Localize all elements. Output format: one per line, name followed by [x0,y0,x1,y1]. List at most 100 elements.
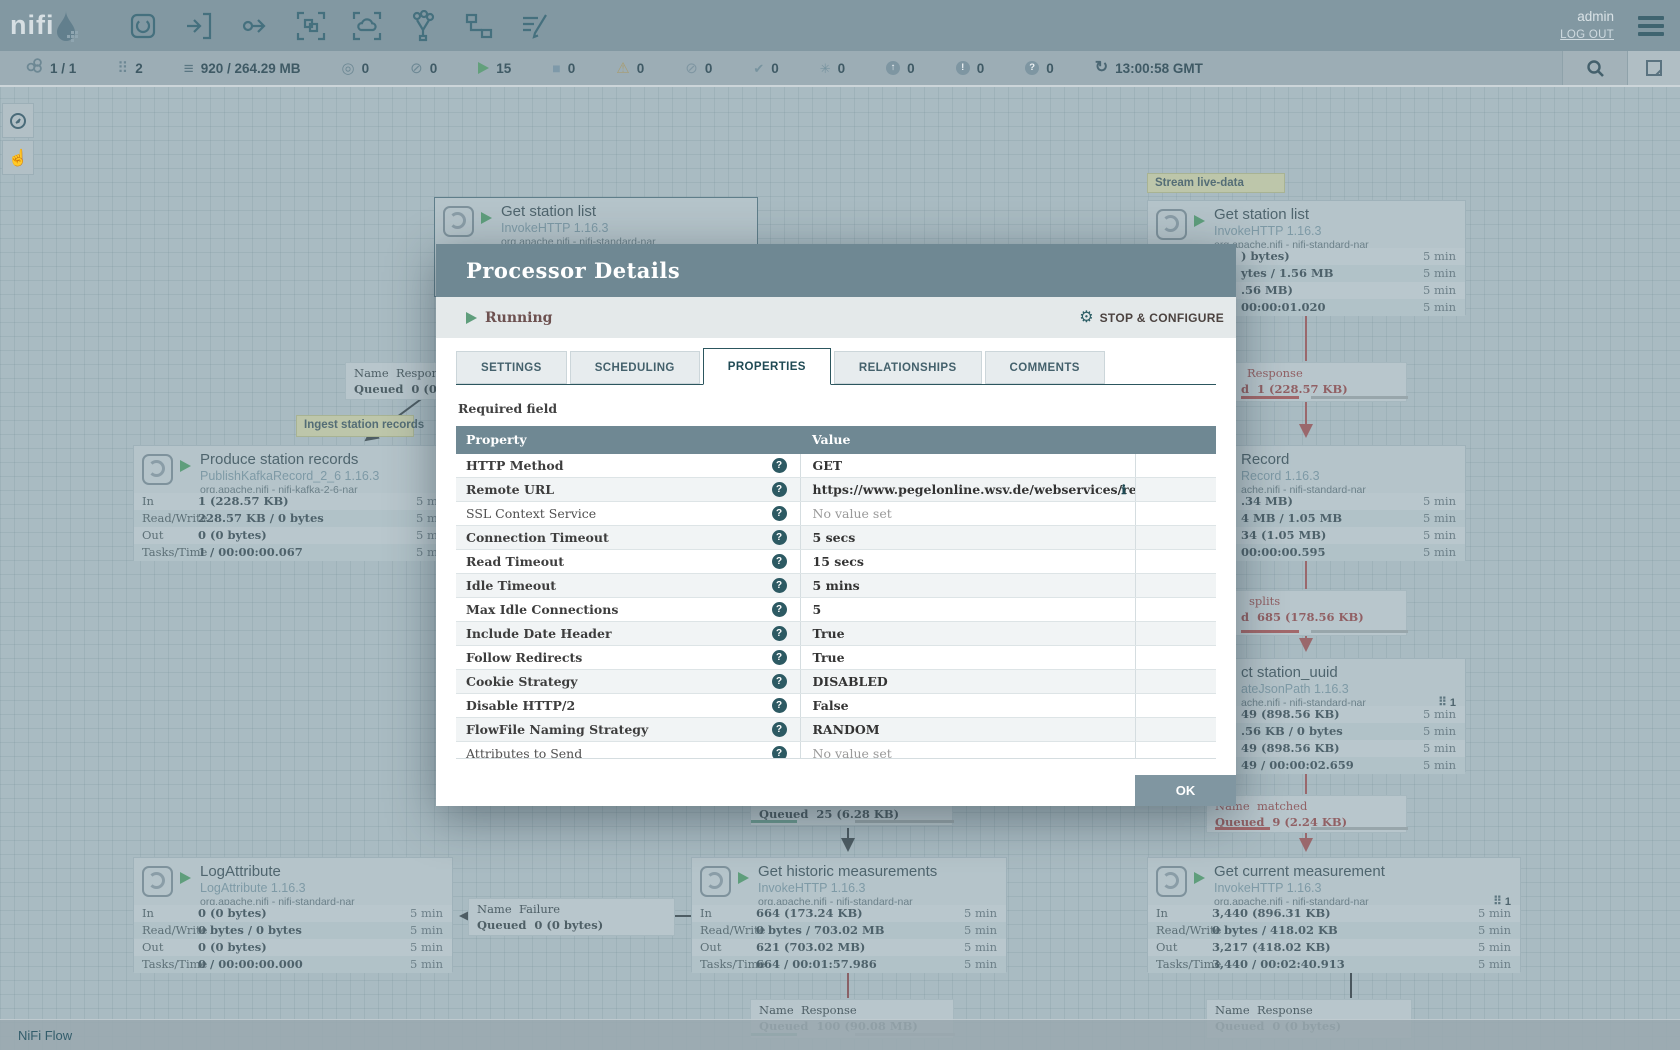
property-value: No value set [813,746,892,759]
processor-get-current-measurement[interactable]: Get current measurementInvokeHTTP 1.16.3… [1147,857,1521,972]
stat-row: In3,440 (896.31 KB)5 min [1148,905,1520,922]
status-item-up-to-date: ✔0 [753,61,778,76]
stat-row: Out0 (0 bytes)5 min [134,527,458,544]
remote-process-group-icon [351,10,383,42]
processor-get-historic-measurements[interactable]: Get historic measurementsInvokeHTTP 1.16… [691,857,1007,972]
breadcrumb[interactable]: NiFi Flow [18,1028,72,1043]
property-name-cell: Follow Redirects? [456,646,800,669]
stale-icon: ↑ [886,61,900,75]
toolbar-remote-process-group-button[interactable] [351,10,383,42]
processor-icon [700,866,731,897]
canvas-label-ingest-station-records[interactable]: Ingest station records [296,415,414,437]
toolbar-template-button[interactable] [463,10,495,42]
stat-period: 5 min [1423,510,1456,527]
property-name-cell: SSL Context Service? [456,502,800,525]
queue-progress-bar [1241,396,1299,399]
status-count-disabled: 0 [705,61,713,76]
property-extra-cell [1135,670,1216,693]
invalid-icon: ⚠ [616,61,629,76]
help-icon[interactable]: ? [772,458,787,473]
stat-period: 5 min [1478,905,1511,922]
queue-progress-bar [1241,630,1299,633]
status-bar-right [1562,51,1680,85]
help-icon[interactable]: ? [772,626,787,641]
search-button[interactable] [1562,51,1627,85]
output-port-icon [239,10,271,42]
connection-label[interactable]: Name FailureQueued 0 (0 bytes) [468,898,675,936]
help-icon[interactable]: ? [772,650,787,665]
property-value: True [813,650,845,665]
toolbar-processor-button[interactable] [127,10,159,42]
connection-label[interactable]: Name matchedQueued 9 (2.24 KB) [1206,795,1407,833]
help-icon[interactable]: ? [772,530,787,545]
queue-progress-bar [751,820,797,823]
ok-button[interactable]: OK [1135,775,1236,806]
property-row: Remote URL?https://www.pegelonline.wsv.d… [456,478,1216,502]
processor-name: Record [1241,451,1289,468]
help-icon[interactable]: ? [772,506,787,521]
property-extra-cell [1135,550,1216,573]
properties-table-header: Property Value [456,426,1216,454]
toolbar-input-port-button[interactable] [183,10,215,42]
birdseye-toggle-button[interactable] [1627,51,1680,85]
global-menu-button[interactable] [1638,12,1664,40]
component-toolbar [127,10,551,42]
help-icon[interactable]: ? [772,554,787,569]
dialog-status-row: Running ⚙ STOP & CONFIGURE [436,297,1236,338]
compass-icon [9,112,27,130]
connection-label[interactable]: Queued 25 (6.28 KB) [750,803,953,826]
stat-value: .56 KB / 0 bytes [1241,723,1343,740]
property-value: 5 secs [813,530,856,545]
help-icon[interactable]: ? [772,602,787,617]
status-item-refresh[interactable]: ↻13:00:58 GMT [1095,60,1203,76]
processor-logattribute[interactable]: LogAttributeLogAttribute 1.16.3org.apach… [133,857,453,972]
stat-period: 5 min [410,939,443,956]
stat-value: 0 (0 bytes) [198,905,267,922]
stop-configure-button[interactable]: ⚙ STOP & CONFIGURE [1079,310,1224,326]
logout-link[interactable]: LOG OUT [1560,27,1614,44]
help-icon[interactable]: ? [772,722,787,737]
tab-relationships[interactable]: RELATIONSHIPS [834,351,982,384]
stat-period: 5 min [964,956,997,973]
property-name: Max Idle Connections [466,602,618,617]
help-icon[interactable]: ? [772,674,787,689]
status-count-queued: 920 / 264.29 MB [201,61,301,76]
stat-period: 5 min [410,956,443,973]
properties-table: Property Value HTTP Method?GETRemote URL… [456,426,1216,759]
stat-period: 5 min [1423,740,1456,757]
property-row: FlowFile Naming Strategy?RANDOM [456,718,1216,742]
connection-label[interactable]: Responsed 1 (228.57 KB) [1206,362,1407,402]
help-icon[interactable]: ? [772,482,787,497]
run-status-icon [180,460,191,472]
processor-icon [443,206,474,237]
toolbar-label-button[interactable] [519,10,551,42]
connection-label[interactable]: splitsd 685 (178.56 KB) [1206,590,1407,636]
help-icon[interactable]: ? [772,746,787,759]
status-item-locally-modified: ✳0 [820,61,845,76]
tab-settings[interactable]: SETTINGS [456,351,567,384]
toolbar-output-port-button[interactable] [239,10,271,42]
toolbar-funnel-button[interactable] [407,10,439,42]
help-icon[interactable]: ? [772,578,787,593]
status-count-stale: 0 [907,61,915,76]
pan-hand-button[interactable]: ☝ [2,140,34,175]
tab-scheduling[interactable]: SCHEDULING [570,351,700,384]
stat-period: 5 min [1423,544,1456,561]
processor-produce-station-records[interactable]: Produce station recordsPublishKafkaRecor… [133,445,459,560]
toolbar-process-group-button[interactable] [295,10,327,42]
canvas-label-stream-live-data[interactable]: Stream live-data [1147,173,1285,193]
tab-comments[interactable]: COMMENTS [985,351,1105,384]
help-icon[interactable]: ? [772,698,787,713]
connection-name: Response [1247,366,1303,380]
property-name: Include Date Header [466,626,612,641]
property-extra-cell [1135,598,1216,621]
property-name-cell: Max Idle Connections? [456,598,800,621]
stat-label: Out [700,939,721,956]
tab-properties[interactable]: PROPERTIES [703,348,831,385]
stat-value: 3,217 (418.02 KB) [1212,939,1331,956]
stat-value: 3,440 (896.31 KB) [1212,905,1331,922]
info-icon[interactable]: ℹ [1121,478,1126,501]
birdseye-button[interactable] [2,103,34,138]
processor-name: Get historic measurements [758,863,937,880]
property-row: Attributes to Send?No value set [456,742,1216,759]
